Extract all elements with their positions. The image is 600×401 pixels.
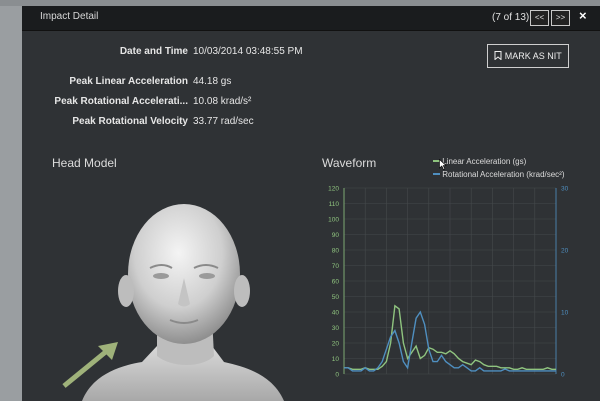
mark-as-nit-button[interactable]: MARK AS NIT — [487, 44, 569, 68]
peak-rotational-acceleration-value: 10.08 krad/s² — [193, 96, 252, 107]
waveform-title: Waveform — [322, 156, 377, 170]
right-axis-tick-label: 20 — [561, 248, 569, 255]
left-axis-tick-label: 70 — [332, 263, 340, 270]
peak-rotational-acceleration-label: Peak Rotational Accelerati... — [54, 96, 188, 107]
left-axis-tick-label: 30 — [332, 325, 340, 332]
head-model-figure — [82, 204, 284, 401]
left-axis-tick-label: 120 — [328, 186, 339, 193]
peak-linear-acceleration-row: Peak Linear Acceleration 44.18 gs — [22, 76, 231, 88]
left-axis-tick-label: 60 — [332, 279, 340, 286]
right-axis-tick-label: 10 — [561, 310, 569, 317]
modal-titlebar: Impact Detail (7 of 13) << >> × — [22, 6, 600, 31]
next-button[interactable]: >> — [551, 10, 570, 26]
legend-rotational: Rotational Acceleration (krad/sec²) — [433, 170, 565, 179]
mark-as-nit-label: MARK AS NIT — [504, 51, 562, 61]
left-axis-tick-label: 80 — [332, 248, 340, 255]
left-axis-tick-label: 20 — [332, 341, 340, 348]
left-axis-tick-label: 40 — [332, 310, 340, 317]
peak-linear-acceleration-label: Peak Linear Acceleration — [69, 76, 188, 87]
right-axis-tick-label: 0 — [561, 372, 565, 379]
peak-rotational-acceleration-row: Peak Rotational Accelerati... 10.08 krad… — [22, 96, 251, 108]
mouse-cursor-icon — [439, 159, 447, 170]
peak-rotational-velocity-value: 33.77 rad/sec — [193, 116, 254, 127]
left-axis-tick-label: 10 — [332, 356, 340, 363]
peak-rotational-velocity-row: Peak Rotational Velocity 33.77 rad/sec — [22, 116, 253, 128]
left-axis-tick-label: 110 — [329, 201, 340, 208]
head-model-view[interactable] — [62, 196, 292, 401]
date-time-label: Date and Time — [119, 46, 188, 57]
legend-linear-label: Linear Acceleration (gs) — [442, 157, 527, 166]
close-icon[interactable]: × — [579, 8, 587, 23]
impact-counter: (7 of 13) — [492, 12, 530, 23]
date-time-value: 10/03/2014 03:48:55 PM — [193, 46, 303, 57]
waveform-chart[interactable]: 0 10 20 30 40 50 60 70 80 90 100 110 120 0 10 20 30 — [320, 182, 580, 382]
bookmark-icon — [494, 51, 502, 61]
modal-title: Impact Detail — [40, 11, 99, 22]
right-axis-tick-label: 30 — [561, 186, 569, 193]
left-axis-tick-label: 0 — [335, 372, 339, 379]
date-time-row: Date and Time 10/03/2014 03:48:55 PM — [22, 46, 303, 58]
peak-rotational-velocity-label: Peak Rotational Velocity — [72, 116, 188, 127]
background-sidebar — [0, 0, 22, 401]
left-axis-tick-label: 90 — [332, 232, 340, 239]
left-axis-tick-label: 100 — [328, 217, 339, 224]
legend-rotational-label: Rotational Acceleration (krad/sec²) — [442, 170, 565, 179]
head-model-title: Head Model — [52, 156, 117, 170]
left-axis-tick-label: 50 — [332, 294, 340, 301]
impact-detail-modal: Impact Detail (7 of 13) << >> × Date and… — [22, 6, 600, 401]
previous-button[interactable]: << — [530, 10, 549, 26]
peak-linear-acceleration-value: 44.18 gs — [193, 76, 232, 87]
legend-rotational-swatch — [433, 173, 440, 175]
